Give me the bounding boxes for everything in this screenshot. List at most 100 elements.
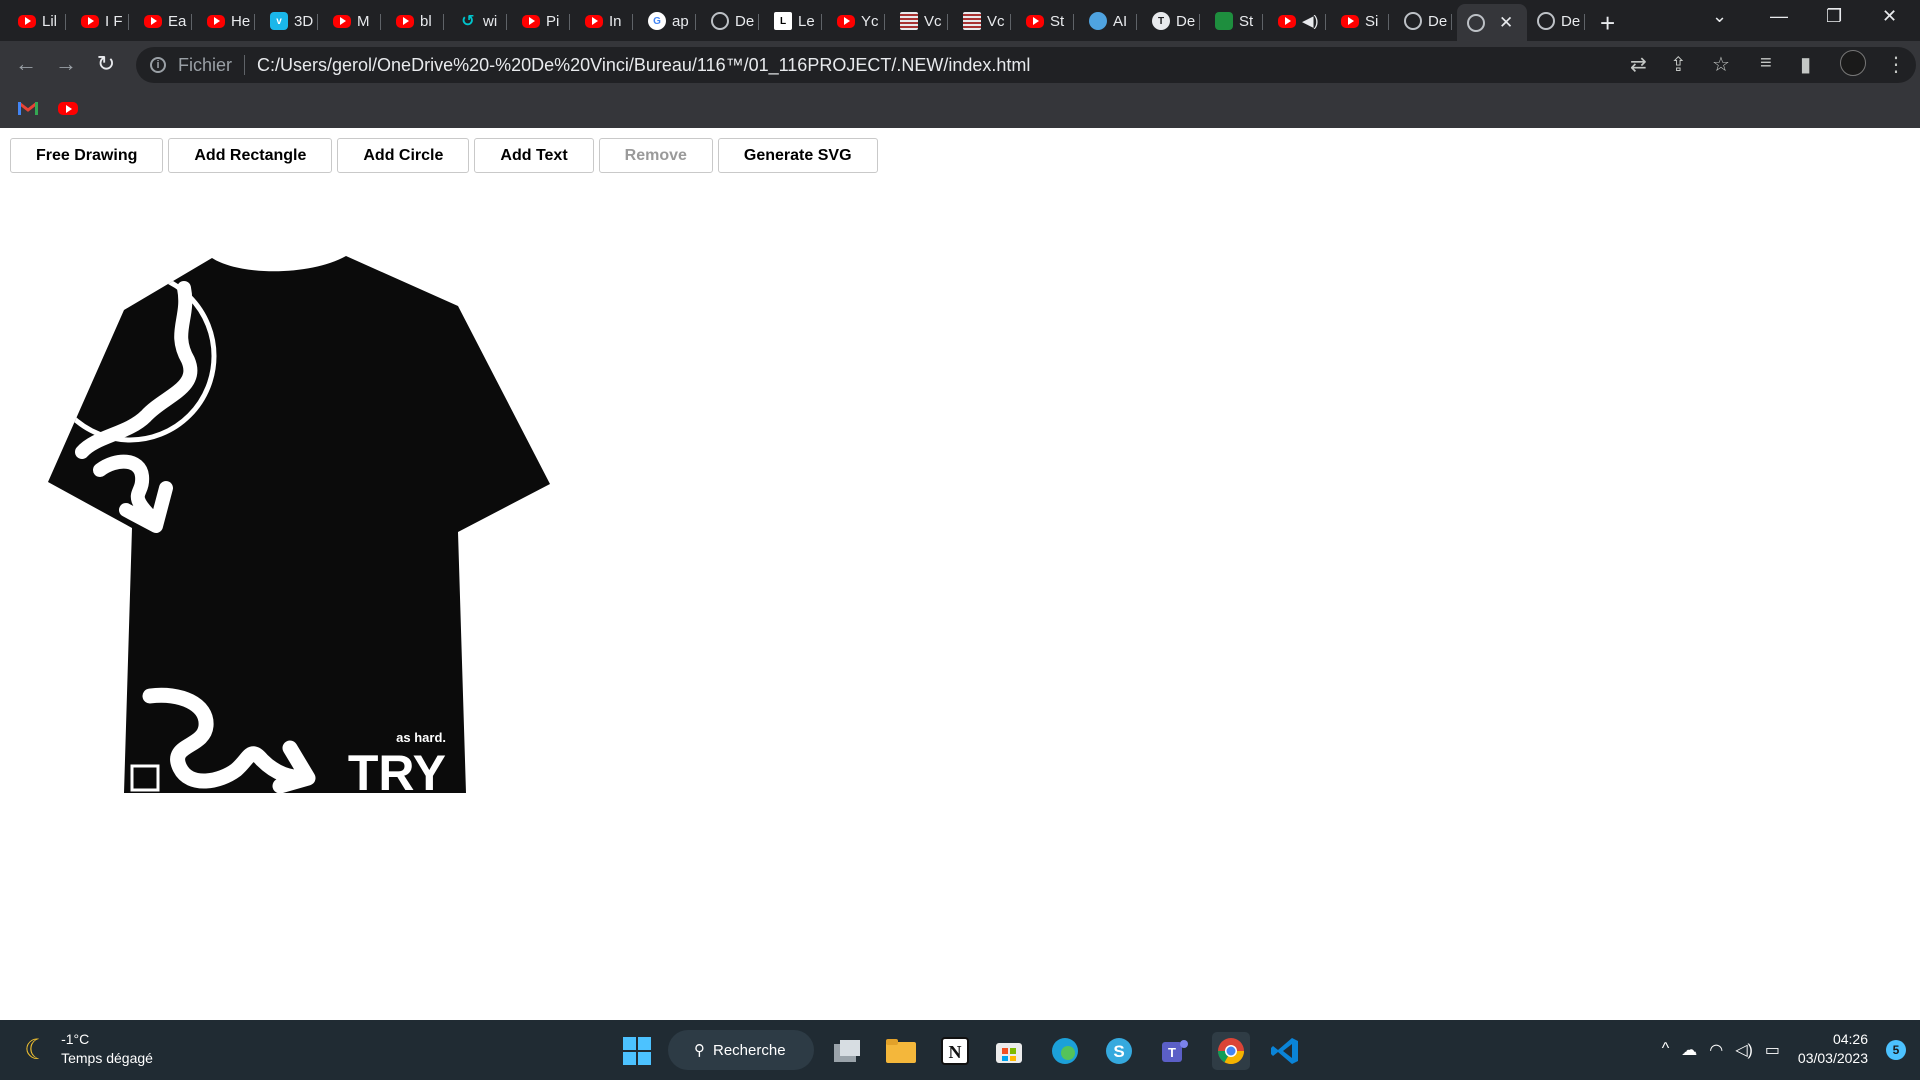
menu-icon[interactable]: ⋮ bbox=[1886, 52, 1906, 77]
search-label: Recherche bbox=[713, 1041, 786, 1059]
browser-tab[interactable]: L Le bbox=[764, 6, 822, 36]
back-icon[interactable]: ← bbox=[12, 51, 40, 77]
browser-tab[interactable]: De bbox=[701, 6, 759, 36]
tab-active[interactable]: ✕ bbox=[1457, 4, 1527, 41]
notification-badge[interactable]: 5 bbox=[1886, 1040, 1906, 1060]
add-rectangle-button[interactable]: Add Rectangle bbox=[168, 138, 333, 173]
lemonde-icon: L bbox=[774, 12, 792, 30]
youtube-icon bbox=[207, 14, 225, 28]
browser-tab[interactable]: ◀) bbox=[1268, 6, 1326, 36]
big-slogan-text[interactable]: TRY bbox=[348, 745, 446, 801]
tab-label: De bbox=[1428, 12, 1448, 30]
file-explorer-icon[interactable] bbox=[882, 1032, 920, 1070]
edge-icon[interactable] bbox=[1046, 1032, 1084, 1070]
search-icon: ⚲ bbox=[694, 1042, 705, 1059]
generate-svg-button[interactable]: Generate SVG bbox=[717, 138, 878, 173]
youtube-icon[interactable] bbox=[58, 102, 78, 115]
side-panel-icon[interactable]: ▮ bbox=[1800, 52, 1811, 77]
remove-button[interactable]: Remove bbox=[598, 138, 713, 173]
browser-tab[interactable]: v 3D bbox=[260, 6, 318, 36]
microsoft-store-icon[interactable] bbox=[990, 1032, 1028, 1070]
media-controls-icon[interactable]: ≡ bbox=[1760, 52, 1772, 75]
battery-icon[interactable]: ▭ bbox=[1765, 1040, 1780, 1060]
browser-tab[interactable]: He bbox=[197, 6, 255, 36]
address-scheme-label: Fichier bbox=[178, 54, 233, 75]
minimize-icon[interactable]: — bbox=[1770, 6, 1788, 27]
share-icon[interactable]: ⇪ bbox=[1670, 52, 1687, 77]
forward-icon[interactable]: → bbox=[52, 51, 80, 77]
svg-text:N: N bbox=[949, 1042, 962, 1062]
browser-tab[interactable]: T De bbox=[1142, 6, 1200, 36]
browser-tab[interactable]: Pi bbox=[512, 6, 570, 36]
free-drawing-button[interactable]: Free Drawing bbox=[10, 138, 164, 173]
svg-text:T: T bbox=[1168, 1045, 1176, 1060]
browser-tab[interactable]: Gap bbox=[638, 6, 696, 36]
browser-tab[interactable]: I F bbox=[71, 6, 129, 36]
browser-tab[interactable]: De bbox=[1394, 6, 1452, 36]
wifi-icon[interactable]: ◠ bbox=[1709, 1040, 1723, 1060]
drawing-canvas[interactable]: as hard. TRY bbox=[40, 248, 560, 808]
close-window-icon[interactable]: ✕ bbox=[1882, 6, 1897, 27]
reload-icon[interactable]: ↻ bbox=[92, 51, 120, 77]
teams-icon[interactable]: T bbox=[1156, 1032, 1194, 1070]
browser-tab[interactable]: St bbox=[1205, 6, 1263, 36]
tab-label: St bbox=[1239, 12, 1254, 30]
tab-separator bbox=[128, 14, 129, 30]
browser-tab[interactable]: Yc bbox=[827, 6, 885, 36]
browser-tab[interactable]: Vc bbox=[953, 6, 1011, 36]
browser-tab[interactable]: bl bbox=[386, 6, 444, 36]
task-view-icon[interactable] bbox=[828, 1032, 866, 1070]
browser-tab[interactable]: De bbox=[1527, 6, 1585, 36]
browser-tab[interactable]: AI bbox=[1079, 6, 1137, 36]
moon-icon: ☾ bbox=[24, 1033, 50, 1065]
vscode-icon[interactable] bbox=[1266, 1032, 1304, 1070]
skype-icon[interactable]: S bbox=[1100, 1032, 1138, 1070]
profile-avatar[interactable] bbox=[1840, 50, 1866, 76]
tab-separator bbox=[1010, 14, 1011, 30]
globe-icon bbox=[1404, 12, 1422, 30]
browser-tab[interactable]: Vc bbox=[890, 6, 948, 36]
browser-tab[interactable]: St bbox=[1016, 6, 1074, 36]
weather-condition: Temps dégagé bbox=[61, 1050, 153, 1066]
youtube-icon bbox=[333, 14, 351, 28]
clock-date: 03/03/2023 bbox=[1797, 1050, 1868, 1066]
new-tab-button[interactable]: + bbox=[1600, 8, 1615, 39]
close-tab-icon[interactable]: ✕ bbox=[1499, 13, 1513, 33]
small-slogan-text[interactable]: as hard. bbox=[396, 730, 446, 745]
chevron-up-icon[interactable]: ^ bbox=[1662, 1040, 1670, 1060]
translate-icon[interactable]: ⇄ bbox=[1630, 52, 1647, 77]
clock[interactable]: 04:26 03/03/2023 bbox=[1798, 1030, 1868, 1068]
chrome-icon[interactable] bbox=[1212, 1032, 1250, 1070]
notion-icon[interactable]: N bbox=[936, 1032, 974, 1070]
tab-separator bbox=[884, 14, 885, 30]
tab-label: M bbox=[357, 12, 370, 30]
stripes-icon bbox=[900, 12, 918, 30]
tab-label: wi bbox=[483, 12, 498, 30]
address-url[interactable]: C:/Users/gerol/OneDrive%20-%20De%20Vinci… bbox=[257, 55, 1030, 76]
add-text-button[interactable]: Add Text bbox=[474, 138, 594, 173]
browser-tab[interactable]: M bbox=[323, 6, 381, 36]
browser-tab[interactable]: Ea bbox=[134, 6, 192, 36]
info-icon[interactable]: i bbox=[150, 57, 166, 73]
taskbar-search[interactable]: ⚲ Recherche bbox=[668, 1030, 814, 1070]
tab-label: In bbox=[609, 12, 622, 30]
browser-tab[interactable]: ↺ wi bbox=[449, 6, 507, 36]
address-bar[interactable]: i Fichier C:/Users/gerol/OneDrive%20-%20… bbox=[136, 47, 1916, 83]
onedrive-icon[interactable]: ☁ bbox=[1681, 1040, 1697, 1060]
restore-icon[interactable]: ❐ bbox=[1826, 6, 1842, 27]
tab-separator bbox=[821, 14, 822, 30]
weather-widget[interactable]: ☾ -1°C Temps dégagé bbox=[24, 1030, 153, 1068]
tab-search-icon[interactable]: ⌄ bbox=[1712, 6, 1727, 27]
add-circle-button[interactable]: Add Circle bbox=[337, 138, 470, 173]
tab-separator bbox=[569, 14, 570, 30]
browser-tab[interactable]: In bbox=[575, 6, 633, 36]
gmail-icon[interactable] bbox=[18, 100, 38, 116]
globe-icon bbox=[711, 12, 729, 30]
tab-label: De bbox=[1561, 12, 1581, 30]
browser-tab[interactable]: Si bbox=[1331, 6, 1389, 36]
browser-tab[interactable]: Lil bbox=[8, 6, 66, 36]
windows-start-icon[interactable] bbox=[618, 1032, 656, 1070]
clock-time: 04:26 bbox=[1832, 1031, 1868, 1047]
bookmark-star-icon[interactable]: ☆ bbox=[1712, 52, 1730, 77]
volume-icon[interactable]: ◁) bbox=[1735, 1040, 1753, 1060]
